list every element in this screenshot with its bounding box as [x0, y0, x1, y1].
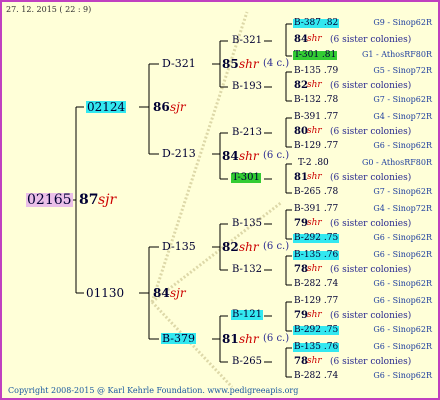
ancestor-origin: G6 - Sinop62R: [373, 279, 432, 288]
g4-generation: 82: [294, 80, 308, 91]
grandparent-generation: 81: [222, 332, 239, 346]
g4-mark: shr: [307, 34, 322, 44]
ancestor-origin: G4 - Sinop72R: [373, 204, 432, 213]
ancestor-origin: G4 - Sinop72R: [373, 112, 432, 121]
g4-note: (6 sister colonies): [330, 357, 412, 367]
g4-note: (6 sister colonies): [330, 127, 412, 137]
ancestor-queen-id[interactable]: B-132 .78: [294, 96, 338, 105]
grandparent-note: (6 c.): [263, 150, 290, 161]
root-mark: sjr: [98, 192, 117, 208]
ancestor-queen-id[interactable]: T-2 .80: [298, 159, 329, 168]
grandparent-mark: shr: [239, 240, 259, 254]
ancestor-queen-id[interactable]: B-292 .75: [293, 234, 340, 243]
g4-generation: 78: [294, 356, 308, 367]
grandparent-generation: 85: [222, 57, 239, 71]
ancestor-queen-id[interactable]: B-292 .75: [293, 326, 340, 335]
great-grandparent-queen-id[interactable]: B-132: [232, 265, 262, 275]
ancestor-queen-id[interactable]: B-265 .78: [294, 188, 338, 197]
g4-generation: 81: [294, 172, 308, 183]
great-grandparent-queen-id[interactable]: B-213: [232, 128, 262, 138]
g4-mark: shr: [307, 310, 322, 320]
grandparent-note: (4 c.): [263, 58, 290, 69]
ancestor-origin: G6 - Sinop62R: [373, 325, 432, 334]
g4-generation: 78: [294, 264, 308, 275]
grandparent-mark: shr: [239, 332, 259, 346]
parent-queen-id[interactable]: 02124: [86, 101, 127, 113]
ancestor-origin: G9 - Sinop62R: [373, 18, 432, 27]
g4-generation: 84: [294, 34, 308, 45]
g4-mark: shr: [307, 356, 322, 366]
ancestor-origin: G6 - Sinop62R: [373, 233, 432, 242]
g4-mark: shr: [307, 80, 322, 90]
g4-note: (6 sister colonies): [330, 173, 412, 183]
ancestor-queen-id[interactable]: B-282 .74: [294, 372, 338, 381]
pedigree-frame: 27. 12. 2015 ( 22 : 9) 02165 87 sjr 0212…: [0, 0, 440, 400]
ancestor-origin: G6 - Sinop62R: [373, 371, 432, 380]
parent-mark: sjr: [170, 286, 186, 300]
ancestor-origin: G6 - Sinop62R: [373, 296, 432, 305]
copyright-footer: Copyright 2008-2015 @ Karl Kehrle Founda…: [8, 386, 299, 395]
ancestor-queen-id[interactable]: B-391 .77: [294, 113, 338, 122]
parent-generation: 86: [153, 100, 170, 114]
great-grandparent-queen-id[interactable]: B-321: [232, 36, 262, 46]
g4-mark: shr: [307, 218, 322, 228]
grandparent-note: (6 c.): [263, 241, 290, 252]
grandparent-mark: shr: [239, 149, 259, 163]
parent-mark: sjr: [170, 100, 186, 114]
great-grandparent-queen-id[interactable]: B-265: [232, 357, 262, 367]
ancestor-origin: G0 - AthosRF80R: [362, 158, 432, 167]
grandparent-queen-id[interactable]: D-135: [162, 241, 196, 252]
ancestor-queen-id[interactable]: B-135 .76: [293, 251, 340, 260]
ancestor-origin: G6 - Sinop62R: [373, 141, 432, 150]
g4-mark: shr: [307, 126, 322, 136]
ancestor-origin: G1 - AthosRF80R: [362, 50, 432, 59]
ancestor-origin: G6 - Sinop62R: [373, 250, 432, 259]
ancestor-origin: G7 - Sinop62R: [373, 95, 432, 104]
ancestor-queen-id[interactable]: B-135 .76: [293, 343, 340, 352]
grandparent-queen-id[interactable]: D-321: [162, 58, 196, 69]
g4-note: (6 sister colonies): [330, 311, 412, 321]
ancestor-queen-id[interactable]: B-387 .82: [293, 19, 340, 28]
ancestor-queen-id[interactable]: B-129 .77: [294, 142, 338, 151]
grandparent-generation: 84: [222, 149, 239, 163]
report-date: 27. 12. 2015 ( 22 : 9): [6, 5, 92, 14]
ancestor-origin: G5 - Sinop72R: [373, 66, 432, 75]
grandparent-queen-id[interactable]: D-213: [162, 148, 196, 159]
great-grandparent-queen-id[interactable]: T-301: [231, 173, 261, 183]
great-grandparent-queen-id[interactable]: B-135: [232, 219, 262, 229]
parent-generation: 84: [153, 286, 170, 300]
root-generation: 87: [79, 192, 99, 208]
g4-note: (6 sister colonies): [330, 219, 412, 229]
ancestor-queen-id[interactable]: T-301 .81: [293, 51, 338, 60]
great-grandparent-queen-id[interactable]: B-193: [232, 82, 262, 92]
root-queen-id[interactable]: 02165: [26, 193, 73, 207]
ancestor-origin: G7 - Sinop62R: [373, 187, 432, 196]
grandparent-mark: shr: [239, 57, 259, 71]
ancestor-queen-id[interactable]: B-391 .77: [294, 205, 338, 214]
great-grandparent-queen-id[interactable]: B-121: [231, 310, 263, 320]
g4-note: (6 sister colonies): [330, 81, 412, 91]
ancestor-queen-id[interactable]: B-135 .79: [294, 67, 338, 76]
ancestor-queen-id[interactable]: B-129 .77: [294, 297, 338, 306]
g4-generation: 79: [294, 218, 308, 229]
ancestor-queen-id[interactable]: B-282 .74: [294, 280, 338, 289]
g4-mark: shr: [307, 264, 322, 274]
g4-mark: shr: [307, 172, 322, 182]
g4-note: (6 sister colonies): [330, 265, 412, 275]
ancestor-origin: G6 - Sinop62R: [373, 342, 432, 351]
g4-note: (6 sister colonies): [330, 35, 412, 45]
grandparent-queen-id[interactable]: B-379: [161, 333, 196, 344]
g4-generation: 80: [294, 126, 308, 137]
grandparent-generation: 82: [222, 240, 239, 254]
grandparent-note: (6 c.): [263, 333, 290, 344]
parent-queen-id[interactable]: 01130: [86, 287, 124, 299]
g4-generation: 79: [294, 310, 308, 321]
